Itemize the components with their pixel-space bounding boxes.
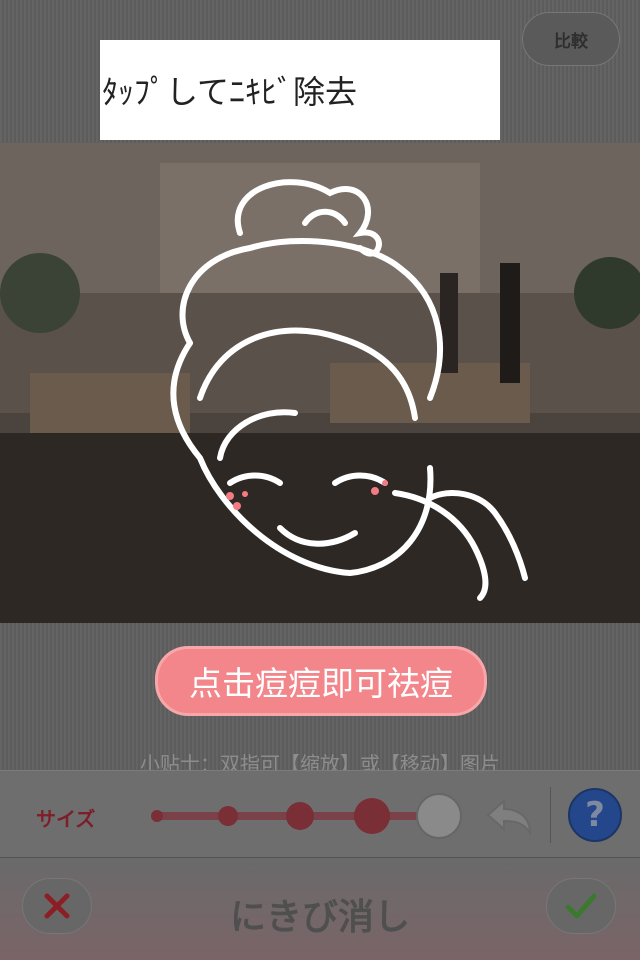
- instruction-banner: ﾀｯﾌﾟしてﾆｷﾋﾞ除去: [100, 40, 500, 140]
- checkmark-icon: [565, 893, 597, 919]
- size-dot-4[interactable]: [354, 798, 390, 834]
- confirm-button[interactable]: [546, 878, 616, 934]
- help-button[interactable]: ?: [568, 788, 622, 842]
- size-toolbar: サイズ ?: [0, 770, 640, 858]
- undo-arrow-icon[interactable]: [480, 797, 536, 837]
- photo-canvas[interactable]: [0, 143, 640, 623]
- compare-button[interactable]: 比較: [522, 12, 620, 66]
- pimple-markers: [226, 480, 388, 510]
- bottom-bar: にきび消し: [0, 858, 640, 960]
- size-slider-thumb[interactable]: [416, 793, 462, 839]
- size-dot-2[interactable]: [218, 806, 238, 826]
- size-dot-3[interactable]: [286, 802, 314, 830]
- screen-title: にきび消し: [229, 897, 410, 938]
- tip-bubble: 点击痘痘即可祛痘: [158, 649, 484, 713]
- size-dot-1[interactable]: [151, 810, 163, 822]
- toolbar-divider: [550, 787, 551, 843]
- size-label: サイズ: [36, 807, 96, 831]
